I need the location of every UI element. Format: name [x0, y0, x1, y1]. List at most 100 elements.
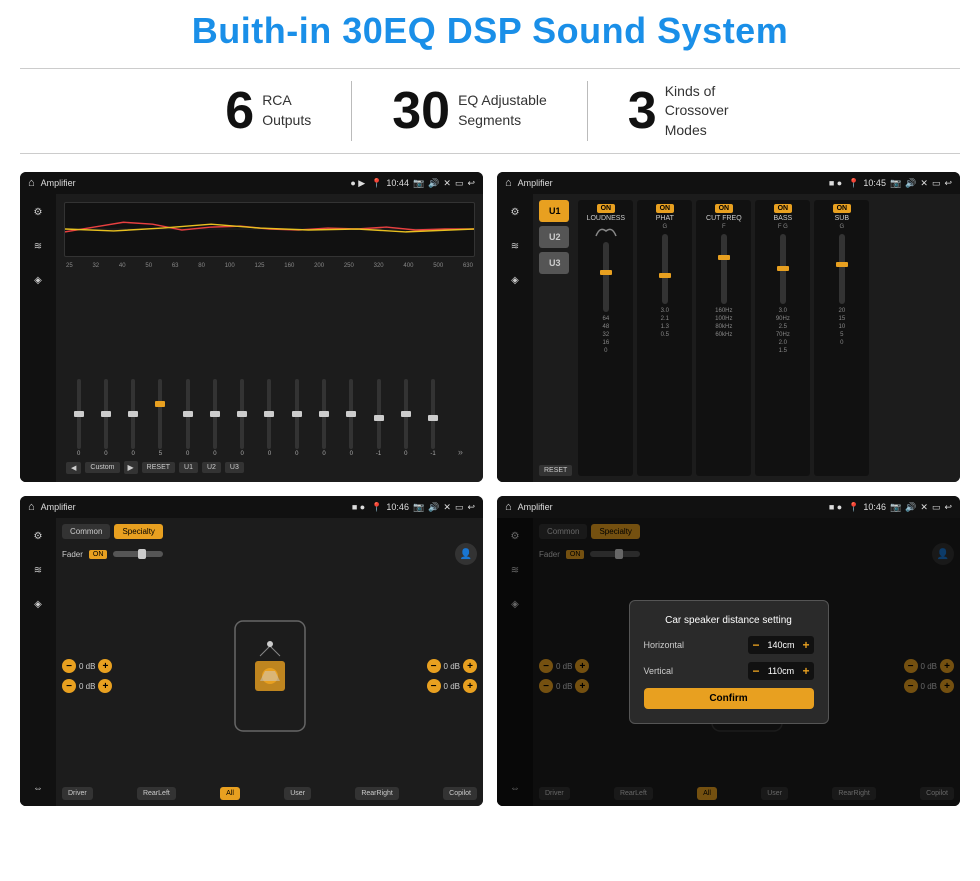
- stat-text-eq: EQ AdjustableSegments: [458, 91, 547, 130]
- screenshots-grid: ⌂ Amplifier ● ▶ 📍 10:44 📷 🔊 ✕ ▭ ↩ ⚙ ≋ ◈: [20, 172, 960, 806]
- cutfreq-on-badge[interactable]: ON: [715, 204, 734, 213]
- eq-slider-13[interactable]: -1: [420, 379, 445, 457]
- speaker1-sidebar-icon2[interactable]: ≋: [28, 560, 48, 580]
- speaker1-settings-icon[interactable]: 👤: [455, 543, 477, 565]
- speaker1-user-btn[interactable]: User: [284, 787, 311, 800]
- speaker2-back-icon[interactable]: ↩: [944, 502, 952, 513]
- eq-graph: [64, 202, 475, 257]
- speaker1-time: 10:46: [386, 502, 409, 513]
- speaker1-db-row1: − 0 dB +: [62, 659, 112, 673]
- location-icon: 📍: [371, 178, 382, 189]
- eq-play-btn[interactable]: ▶: [124, 461, 138, 474]
- eq-slider-9[interactable]: 0: [311, 379, 336, 457]
- eq-u3-btn[interactable]: U3: [225, 462, 244, 473]
- eq-slider-6[interactable]: 0: [230, 379, 255, 457]
- speaker1-plus3[interactable]: +: [463, 659, 477, 673]
- eq-screen: ⌂ Amplifier ● ▶ 📍 10:44 📷 🔊 ✕ ▭ ↩ ⚙ ≋ ◈: [20, 172, 483, 482]
- crossover-u2-btn[interactable]: U2: [539, 226, 569, 248]
- crossover-home-icon[interactable]: ⌂: [505, 177, 512, 189]
- speaker1-all-btn[interactable]: All: [220, 787, 240, 800]
- crossover-u1-btn[interactable]: U1: [539, 200, 569, 222]
- sub-on-badge[interactable]: ON: [833, 204, 852, 213]
- eq-dot: ● ▶: [350, 178, 365, 189]
- cutfreq-slider[interactable]: [721, 234, 727, 304]
- loudness-slider[interactable]: [603, 242, 609, 312]
- eq-slider-8[interactable]: 0: [284, 379, 309, 457]
- speaker1-rearright-btn[interactable]: RearRight: [355, 787, 399, 800]
- stats-row: 6 RCAOutputs 30 EQ AdjustableSegments 3 …: [20, 68, 960, 154]
- eq-slider-2[interactable]: 0: [121, 379, 146, 457]
- crossover-sidebar-icon3[interactable]: ◈: [505, 270, 525, 290]
- speaker1-minus4[interactable]: −: [427, 679, 441, 693]
- speaker1-plus1[interactable]: +: [98, 659, 112, 673]
- eq-freq-labels: 253240506380 100125160200250320 40050063…: [64, 263, 475, 269]
- crossover-back-icon[interactable]: ↩: [944, 178, 952, 189]
- speaker1-back-icon[interactable]: ↩: [467, 502, 475, 513]
- speaker1-plus4[interactable]: +: [463, 679, 477, 693]
- horizontal-plus-btn[interactable]: +: [802, 638, 809, 652]
- bass-on-badge[interactable]: ON: [774, 204, 793, 213]
- speaker1-minus2[interactable]: −: [62, 679, 76, 693]
- crossover-bass-panel: ON BASS F G 3.0 90Hz 2.5 70Hz 2.0 1.5: [755, 200, 810, 476]
- eq-slider-1[interactable]: 0: [93, 379, 118, 457]
- speaker1-home-icon[interactable]: ⌂: [28, 501, 35, 513]
- eq-slider-0[interactable]: 0: [66, 379, 91, 457]
- eq-sidebar-icon3[interactable]: ◈: [28, 270, 48, 290]
- horizontal-minus-btn[interactable]: −: [752, 638, 759, 652]
- sub-slider[interactable]: [839, 234, 845, 304]
- speaker1-right-col: − 0 dB + − 0 dB +: [427, 569, 477, 783]
- crossover-sidebar-icon2[interactable]: ≋: [505, 236, 525, 256]
- speaker1-minus3[interactable]: −: [427, 659, 441, 673]
- eq-slider-11[interactable]: -1: [366, 379, 391, 457]
- crossover-title: Amplifier: [518, 178, 823, 188]
- speaker1-tab-specialty[interactable]: Specialty: [114, 524, 162, 539]
- eq-sidebar-icon2[interactable]: ≋: [28, 236, 48, 256]
- speaker1-copilot-btn[interactable]: Copilot: [443, 787, 477, 800]
- bass-slider[interactable]: [780, 234, 786, 304]
- crossover-loudness-panel: ON LOUDNESS 64 48 32 16: [578, 200, 633, 476]
- eq-slider-12[interactable]: 0: [393, 379, 418, 457]
- eq-reset-btn[interactable]: RESET: [142, 462, 175, 473]
- eq-slider-5[interactable]: 0: [202, 379, 227, 457]
- speaker1-db-val2: 0 dB: [79, 682, 95, 691]
- sub-label: SUB: [835, 215, 849, 222]
- crossover-reset-btn[interactable]: RESET: [539, 465, 572, 476]
- eq-prev-btn[interactable]: ◀: [66, 462, 81, 474]
- dialog-horizontal-label: Horizontal: [644, 640, 685, 650]
- speaker1-rearleft-btn[interactable]: RearLeft: [137, 787, 176, 800]
- speaker1-sidebar-icon3[interactable]: ◈: [28, 594, 48, 614]
- speaker1-db-row4: − 0 dB +: [427, 679, 477, 693]
- crossover-content: ⚙ ≋ ◈ U1 U2 U3 RESET ON LOUDNESS: [497, 194, 960, 482]
- speaker1-sidebar-icon1[interactable]: ⚙: [28, 526, 48, 546]
- speaker1-plus2[interactable]: +: [98, 679, 112, 693]
- speaker1-sidebar-icon4[interactable]: ⇔: [28, 778, 48, 798]
- phat-on-badge[interactable]: ON: [656, 204, 675, 213]
- stat-text-crossover: Kinds ofCrossover Modes: [665, 82, 755, 141]
- speaker1-tab-common[interactable]: Common: [62, 524, 110, 539]
- speaker1-minus1[interactable]: −: [62, 659, 76, 673]
- phat-slider[interactable]: [662, 234, 668, 304]
- back-icon[interactable]: ↩: [467, 178, 475, 189]
- crossover-u3-btn[interactable]: U3: [539, 252, 569, 274]
- eq-slider-7[interactable]: 0: [257, 379, 282, 457]
- eq-slider-3[interactable]: 5: [148, 379, 173, 457]
- crossover-close-icon: ✕: [920, 178, 928, 189]
- vertical-minus-btn[interactable]: −: [752, 664, 759, 678]
- speaker2-home-icon[interactable]: ⌂: [505, 501, 512, 513]
- camera-icon: 📷: [413, 178, 424, 189]
- eq-slider-4[interactable]: 0: [175, 379, 200, 457]
- eq-sidebar-icon1[interactable]: ⚙: [28, 202, 48, 222]
- confirm-button[interactable]: Confirm: [644, 688, 814, 709]
- eq-u1-btn[interactable]: U1: [179, 462, 198, 473]
- crossover-sub-panel: ON SUB G 20 15 10 5 0: [814, 200, 869, 476]
- speaker1-fader-on[interactable]: ON: [89, 550, 108, 559]
- dialog-vertical-stepper: − 110cm +: [748, 662, 813, 680]
- loudness-on-badge[interactable]: ON: [597, 204, 616, 213]
- home-icon[interactable]: ⌂: [28, 177, 35, 189]
- crossover-sidebar-icon1[interactable]: ⚙: [505, 202, 525, 222]
- vertical-plus-btn[interactable]: +: [802, 664, 809, 678]
- eq-u2-btn[interactable]: U2: [202, 462, 221, 473]
- eq-slider-10[interactable]: 0: [339, 379, 364, 457]
- speaker1-topbar: ⌂ Amplifier ■ ● 📍 10:46 📷 🔊 ✕ ▭ ↩: [20, 496, 483, 518]
- speaker1-driver-btn[interactable]: Driver: [62, 787, 93, 800]
